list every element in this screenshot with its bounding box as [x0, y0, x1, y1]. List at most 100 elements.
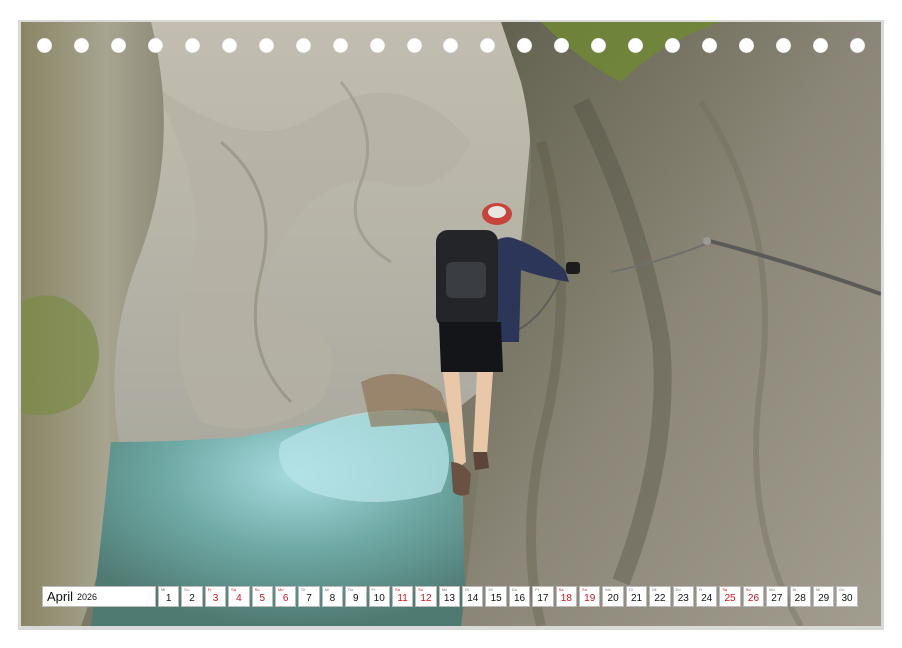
day-weekday: Fr [535, 587, 540, 592]
binding-hole [147, 38, 163, 53]
day-weekday: Fr [207, 587, 212, 592]
day-cell: Mo 20 [602, 586, 624, 607]
day-number: 5 [259, 593, 266, 604]
spiral-binding-holes [21, 38, 881, 56]
day-number: 25 [724, 593, 736, 604]
day-weekday: Di [792, 587, 797, 592]
day-number: 6 [282, 593, 289, 604]
day-number: 17 [537, 593, 549, 604]
day-weekday: So [745, 587, 751, 592]
day-weekday: Do [839, 587, 845, 592]
day-weekday: So [582, 587, 587, 592]
day-cell: Fr 10 [368, 586, 390, 607]
day-number: 8 [329, 593, 336, 604]
day-cell: Do 16 [508, 586, 531, 607]
binding-hole [406, 38, 422, 53]
binding-hole [665, 38, 681, 53]
day-number: 16 [513, 593, 526, 604]
day-number: 21 [630, 593, 643, 604]
canyon-photo [21, 22, 881, 626]
day-weekday: Do [184, 587, 190, 592]
day-number: 22 [654, 593, 666, 604]
day-number: 14 [467, 593, 479, 604]
day-weekday: Mi [815, 587, 821, 592]
day-weekday: Mo [605, 587, 611, 592]
binding-hole [480, 38, 496, 53]
day-cell: Mi 29 [812, 586, 835, 607]
binding-hole [295, 38, 311, 53]
binding-hole [591, 38, 607, 53]
day-number: 13 [443, 593, 455, 604]
day-cell: Mi 8 [321, 586, 344, 607]
binding-hole [517, 38, 533, 53]
day-cell: Mi 1 [158, 586, 180, 607]
day-cell: Mo 27 [766, 586, 788, 607]
day-number: 19 [584, 593, 596, 604]
day-number: 29 [818, 593, 830, 604]
day-cell: Sa 18 [555, 586, 578, 607]
day-cell: Sa 25 [719, 586, 741, 607]
day-weekday: So [254, 587, 260, 592]
day-number: 2 [189, 593, 195, 604]
day-weekday: Sa [231, 587, 237, 592]
day-weekday: Mo [441, 587, 448, 592]
day-cell: Do 23 [672, 586, 694, 607]
month-name: April [47, 589, 74, 604]
day-weekday: Di [465, 587, 469, 592]
day-number: 11 [397, 593, 408, 604]
day-cell: So 19 [579, 586, 601, 607]
day-weekday: Mi [324, 587, 329, 592]
shorts [439, 322, 503, 372]
binding-hole [776, 38, 792, 53]
day-number: 18 [560, 593, 572, 604]
day-number: 9 [353, 593, 359, 604]
binding-hole [369, 38, 385, 53]
day-number: 3 [212, 593, 219, 604]
day-number: 4 [236, 593, 242, 604]
binding-hole [702, 38, 718, 53]
binding-hole [73, 38, 89, 53]
binding-hole [221, 38, 237, 53]
month-label: April 2026 [42, 586, 156, 607]
binding-hole [443, 38, 459, 53]
binding-hole [110, 38, 126, 53]
day-weekday: Di [301, 587, 306, 592]
day-weekday: Mi [652, 587, 657, 592]
day-number: 10 [373, 593, 385, 604]
day-weekday: Sa [722, 587, 728, 592]
day-weekday: Do [348, 587, 354, 592]
day-cell: Sa 11 [391, 586, 414, 607]
day-cell: Sa 4 [228, 586, 250, 607]
day-cell: Di 28 [789, 586, 811, 607]
day-cell: So 12 [415, 586, 437, 607]
day-number: 24 [701, 593, 713, 604]
day-number: 12 [420, 593, 432, 604]
day-number: 15 [490, 593, 502, 604]
day-number: 26 [747, 593, 760, 604]
binding-hole [739, 38, 755, 53]
via-ferrata-scene [21, 22, 881, 626]
month-year: 2026 [77, 591, 98, 602]
day-cell: Fr 24 [695, 586, 718, 607]
day-weekday: Di [628, 587, 633, 592]
binding-hole [184, 38, 200, 53]
day-weekday: Do [511, 587, 517, 592]
day-cell: Di 21 [625, 586, 648, 607]
day-cell: So 26 [742, 586, 765, 607]
day-number: 27 [771, 593, 783, 604]
day-cell: Do 9 [345, 586, 367, 607]
day-weekday: Fr [698, 587, 703, 592]
day-weekday: Mi [161, 587, 166, 592]
day-number: 28 [794, 593, 806, 604]
day-cell: Di 7 [298, 586, 320, 607]
day-cell: Mo 13 [438, 586, 461, 607]
binding-hole [332, 38, 348, 53]
binding-hole [628, 38, 644, 53]
day-number: 20 [607, 593, 619, 604]
day-number: 30 [841, 593, 853, 604]
day-cell: Mo 6 [274, 586, 297, 607]
day-weekday: Mi [488, 587, 493, 592]
binding-hole [554, 38, 570, 53]
day-number: 7 [306, 593, 312, 604]
day-cell: Do 2 [181, 586, 203, 607]
